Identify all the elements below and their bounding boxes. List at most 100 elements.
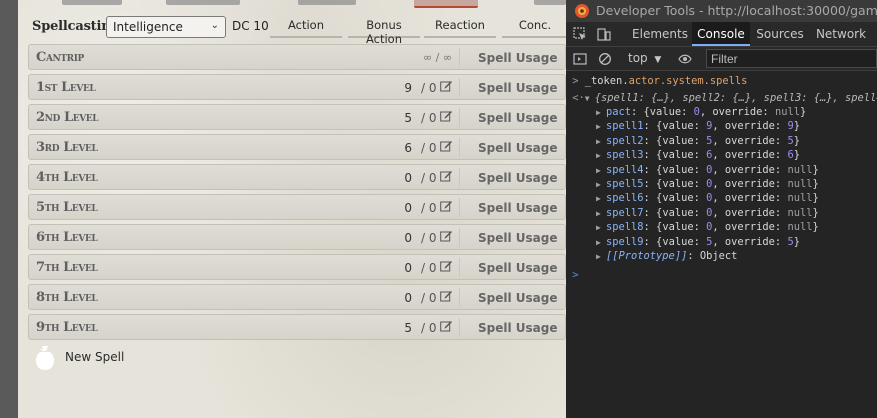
- object-entry[interactable]: ▶ spell6: {value: 0, override: null}: [566, 191, 877, 206]
- expand-triangle-icon: ▶: [596, 223, 601, 233]
- spell-level-name: 1st Level: [36, 80, 96, 95]
- spell-level-row[interactable]: 8th Level 0 / 0 Spell Usage: [28, 284, 566, 310]
- expand-triangle-icon: ▶: [596, 237, 601, 247]
- edit-icon[interactable]: [440, 320, 452, 332]
- spell-usage-label: Spell Usage: [478, 261, 558, 275]
- spell-level-row[interactable]: 2nd Level 5 / 0 Spell Usage: [28, 104, 566, 130]
- spell-level-row[interactable]: 7th Level 0 / 0 Spell Usage: [28, 254, 566, 280]
- spell-slots-value[interactable]: 5: [392, 111, 412, 125]
- row-divider: [459, 108, 460, 127]
- prototype-value: Object: [699, 250, 738, 262]
- command-path: actor.system.spells: [628, 75, 748, 87]
- row-divider: [459, 258, 460, 277]
- spellcasting-bar: Spellcasting Intelligence ⌄ DC 10 Action…: [30, 14, 566, 46]
- expand-triangle-icon: ▶: [596, 122, 601, 132]
- eye-icon[interactable]: [678, 52, 692, 66]
- row-divider: [459, 318, 460, 337]
- filter-concentration[interactable]: Conc.: [502, 18, 566, 38]
- spell-level-row[interactable]: 5th Level 0 / 0 Spell Usage: [28, 194, 566, 220]
- spellcasting-ability-select[interactable]: Intelligence ⌄: [106, 16, 226, 38]
- edit-icon[interactable]: [440, 140, 452, 152]
- spell-level-row[interactable]: 9th Level 5 / 0 Spell Usage: [28, 314, 566, 340]
- tab-sources[interactable]: Sources: [752, 22, 808, 46]
- spell-level-name: 3rd Level: [36, 140, 98, 155]
- object-entry[interactable]: ▶ spell5: {value: 0, override: null}: [566, 177, 877, 192]
- entry-key: spell7: [606, 206, 644, 219]
- devtools-titlebar: Developer Tools - http://localhost:30000…: [566, 0, 877, 22]
- console-input-line[interactable]: >: [566, 268, 877, 282]
- filter-reaction[interactable]: Reaction: [424, 18, 496, 38]
- entry-key: spell3: [606, 149, 644, 162]
- object-entry[interactable]: ▶ spell9: {value: 5, override: 5}: [566, 235, 877, 250]
- entry-override: null: [787, 206, 813, 219]
- cantrip-slots: ∞ / ∞: [423, 51, 453, 64]
- edit-icon[interactable]: [440, 260, 452, 272]
- expand-triangle-icon: ▶: [596, 165, 601, 175]
- object-entry[interactable]: ▶ spell2: {value: 5, override: 5}: [566, 134, 877, 149]
- object-entry[interactable]: ▶ spell3: {value: 6, override: 6}: [566, 148, 877, 163]
- command-prefix: _token.: [584, 75, 629, 87]
- sheet-tab-2[interactable]: [166, 0, 240, 5]
- row-divider: [459, 228, 460, 247]
- clear-console-icon[interactable]: [598, 52, 612, 66]
- object-entry[interactable]: ▶ spell4: {value: 0, override: null}: [566, 163, 877, 178]
- new-spell-label: New Spell: [65, 350, 125, 364]
- filter-action[interactable]: Action: [270, 18, 342, 38]
- spell-slots-max: / 0: [421, 201, 437, 215]
- execution-context-select[interactable]: top ▼: [628, 51, 661, 65]
- spell-usage-label: Spell Usage: [478, 201, 558, 215]
- spell-level-row-cantrip[interactable]: Cantrip ∞ / ∞ Spell Usage: [28, 44, 566, 70]
- spell-slots-value[interactable]: 0: [392, 231, 412, 245]
- spell-slots-max: / 0: [421, 291, 437, 305]
- sheet-tab-spellbook[interactable]: [414, 0, 478, 8]
- tab-elements[interactable]: Elements: [630, 22, 690, 46]
- expand-triangle-icon: ▶: [596, 252, 601, 261]
- edit-icon[interactable]: [440, 200, 452, 212]
- object-entry[interactable]: ▶ spell1: {value: 9, override: 9}: [566, 119, 877, 134]
- sheet-tab-3[interactable]: [298, 0, 356, 5]
- spell-usage-label: Spell Usage: [478, 111, 558, 125]
- filter-bonus-action[interactable]: Bonus Action: [348, 18, 420, 46]
- bag-icon: [35, 346, 55, 370]
- row-divider: [459, 48, 460, 67]
- row-divider: [459, 78, 460, 97]
- sheet-tab-5[interactable]: [534, 0, 566, 5]
- spell-level-row[interactable]: 4th Level 0 / 0 Spell Usage: [28, 164, 566, 190]
- spell-level-row[interactable]: 6th Level 0 / 0 Spell Usage: [28, 224, 566, 250]
- spell-slots-value[interactable]: 5: [392, 321, 412, 335]
- row-divider: [459, 138, 460, 157]
- prototype-entry[interactable]: ▶ [[Prototype]]: Object: [566, 249, 877, 264]
- spell-slots-value[interactable]: 0: [392, 171, 412, 185]
- device-toolbar-icon[interactable]: [597, 27, 611, 41]
- spell-level-row[interactable]: 1st Level 9 / 0 Spell Usage: [28, 74, 566, 100]
- spell-usage-label: Spell Usage: [478, 51, 558, 65]
- chevron-down-icon: ⌄: [210, 20, 219, 31]
- sidebar-toggle-icon[interactable]: [573, 52, 587, 66]
- tab-console[interactable]: Console: [692, 22, 750, 46]
- edit-icon[interactable]: [440, 170, 452, 182]
- object-entry[interactable]: ▶ pact: {value: 0, override: null}: [566, 105, 877, 120]
- spell-level-row[interactable]: 3rd Level 6 / 0 Spell Usage: [28, 134, 566, 160]
- entry-key: spell8: [606, 221, 644, 234]
- spell-slots-max: / 0: [421, 141, 437, 155]
- spell-slots-value[interactable]: 6: [392, 141, 412, 155]
- object-entry[interactable]: ▶ spell8: {value: 0, override: null}: [566, 220, 877, 235]
- spell-slots-value[interactable]: 0: [392, 261, 412, 275]
- entry-override: null: [787, 221, 813, 234]
- sheet-tab-strip: [18, 0, 566, 8]
- console-filter-input[interactable]: [706, 49, 877, 68]
- spell-slots-value[interactable]: 0: [392, 291, 412, 305]
- inspect-element-icon[interactable]: [573, 27, 587, 41]
- spell-slots-value[interactable]: 0: [392, 201, 412, 215]
- sheet-tab-1[interactable]: [62, 0, 122, 5]
- console-toolbar: top ▼: [566, 47, 877, 71]
- edit-icon[interactable]: [440, 110, 452, 122]
- spell-slots-max: / 0: [421, 81, 437, 95]
- edit-icon[interactable]: [440, 230, 452, 242]
- object-entry[interactable]: ▶ spell7: {value: 0, override: null}: [566, 206, 877, 221]
- tab-network[interactable]: Network: [812, 22, 870, 46]
- spell-slots-value[interactable]: 9: [392, 81, 412, 95]
- entry-override: null: [787, 178, 813, 190]
- edit-icon[interactable]: [440, 80, 452, 92]
- edit-icon[interactable]: [440, 290, 452, 302]
